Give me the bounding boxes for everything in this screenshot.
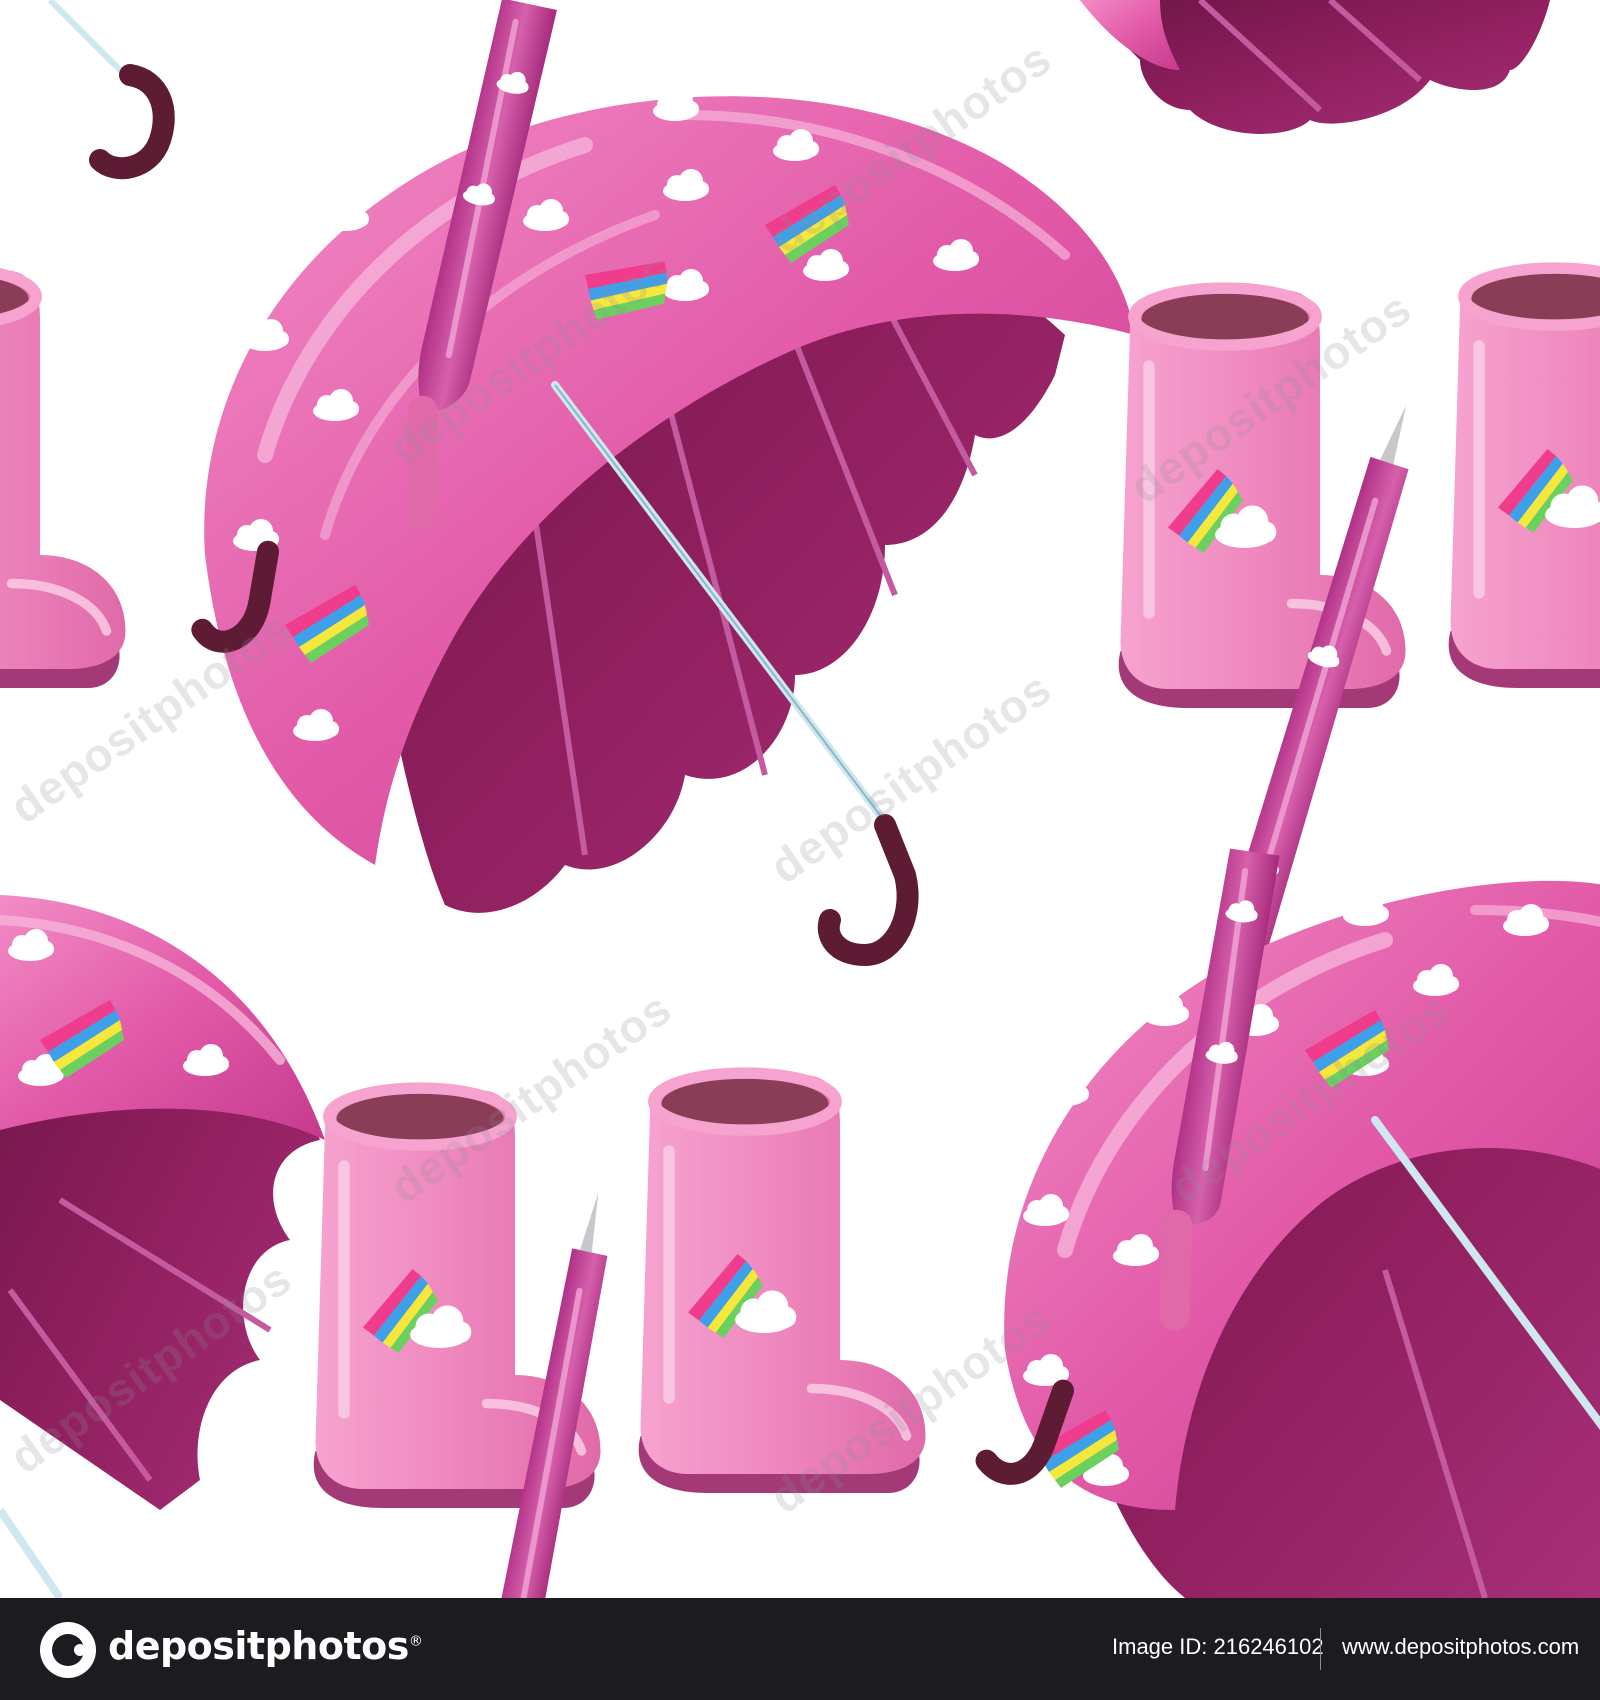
footer-bar: depositphotos® Image ID: 216246102 www.d… <box>0 1598 1600 1700</box>
brand-text: depositphotos <box>108 1624 409 1668</box>
image-id: Image ID: 216246102 <box>1112 1634 1324 1659</box>
camera-logo-dot <box>74 1644 86 1656</box>
brand-registered-mark: ® <box>408 1633 423 1650</box>
umbrella-boots-pattern <box>0 0 1600 1598</box>
umbrella-partial-top-right <box>1080 0 1550 134</box>
pattern-artwork: depositphotos depositphotos depositphoto… <box>0 0 1600 1598</box>
footer-divider <box>1320 1628 1321 1670</box>
camera-logo-lens <box>52 1634 86 1666</box>
boot-left-edge <box>0 268 126 688</box>
brand-name[interactable]: depositphotos® <box>108 1624 423 1668</box>
boot-bottom-center-2 <box>639 1073 926 1493</box>
open-umbrella-center <box>204 89 1135 955</box>
boot-top-right-2 <box>1449 268 1600 688</box>
camera-logo-icon <box>40 1622 96 1678</box>
open-umbrella-bottom-left <box>0 895 325 1598</box>
handle-partial-top-left <box>47 0 175 180</box>
site-link[interactable]: www.depositphotos.com <box>1342 1634 1579 1660</box>
open-umbrella-bottom-right <box>1004 880 1600 1598</box>
